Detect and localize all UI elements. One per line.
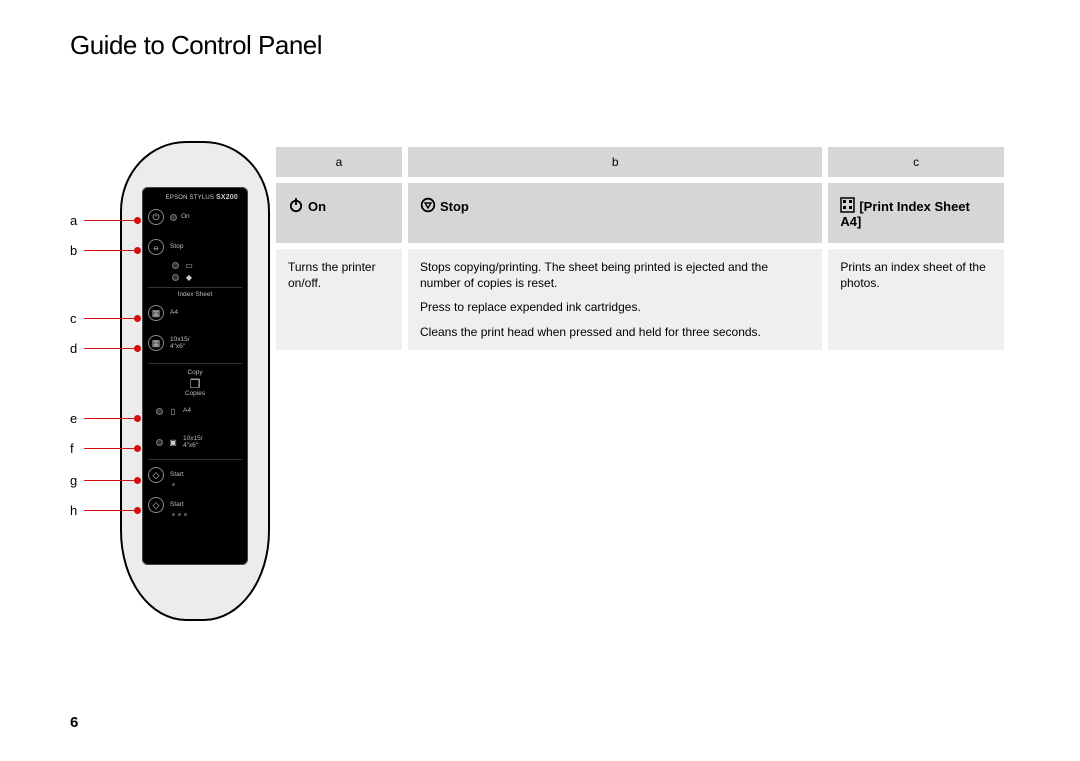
index-small-button-icon: ▦ [148, 335, 164, 351]
col-icon-a: On [273, 180, 405, 246]
power-button-icon: ⏻ [148, 209, 164, 225]
desc-b: Stops copying/printing. The sheet being … [405, 246, 825, 353]
desc-a: Turns the printer on/off. [273, 246, 405, 353]
photo-icon: ▣ [167, 436, 179, 448]
col-header-c: c [825, 144, 1007, 180]
stop-icon [420, 197, 436, 213]
page-number: 6 [70, 714, 78, 731]
page-title: Guide to Control Panel [70, 30, 1010, 61]
callout-a: a [70, 213, 84, 228]
control-panel-diagram: EPSON STYLUS SX200 ⏻ On ⦵ Stop [70, 141, 270, 651]
callout-c: c [70, 311, 84, 326]
start-color-button-icon: ◇ [148, 497, 164, 513]
col-header-a: a [273, 144, 405, 180]
power-icon [288, 197, 304, 213]
page-icon: ▯ [167, 405, 179, 417]
stop-button-icon: ⦵ [148, 239, 164, 255]
callout-h: h [70, 503, 84, 518]
brand-label: EPSON STYLUS SX200 [152, 194, 238, 201]
callout-g: g [70, 473, 84, 488]
col-header-b: b [405, 144, 825, 180]
ink-icon: ◆ [183, 271, 195, 283]
callout-e: e [70, 411, 84, 426]
callout-d: d [70, 341, 84, 356]
col-icon-c: Print Index Sheet A4 [825, 180, 1007, 246]
index-a4-button-icon: ▦ [148, 305, 164, 321]
start-bw-button-icon: ◇ [148, 467, 164, 483]
index-sheet-icon [840, 197, 855, 213]
controls-table: a b c On Stop Print Ind [270, 141, 1010, 356]
col-icon-b: Stop [405, 180, 825, 246]
copy-icon: ❐ [189, 378, 201, 390]
paper-icon: ▭ [183, 259, 195, 271]
desc-c: Prints an index sheet of the photos. [825, 246, 1007, 353]
callout-f: f [70, 441, 84, 456]
callout-b: b [70, 243, 84, 258]
